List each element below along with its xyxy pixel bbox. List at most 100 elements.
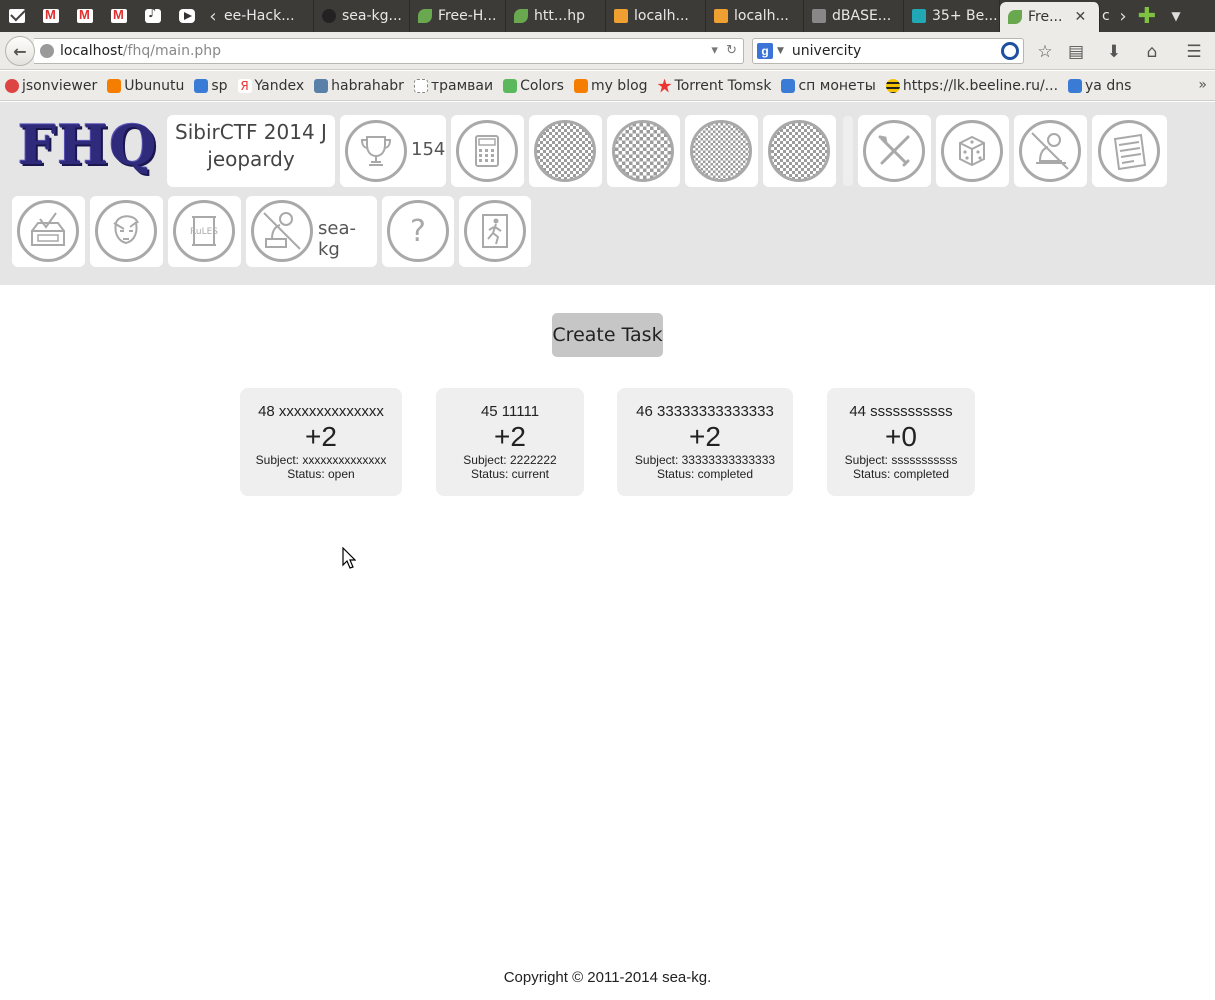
footer-copyright: Copyright © 2011-2014 sea-kg. xyxy=(503,969,712,986)
user-at-computer-icon xyxy=(251,200,313,262)
back-button[interactable]: ← xyxy=(5,36,35,66)
task-card[interactable]: 44 sssssssssss +0 Subject: sssssssssss S… xyxy=(827,388,975,496)
qr-tile[interactable] xyxy=(607,115,680,187)
bookmark-label: Ubunutu xyxy=(124,77,185,94)
home-icon[interactable]: ⌂ xyxy=(1141,41,1163,63)
tab-scroll-left-icon[interactable]: ‹ xyxy=(204,0,222,32)
bookmark-item[interactable]: Colors xyxy=(503,78,564,94)
bookmark-label: Colors xyxy=(520,77,564,94)
reload-icon[interactable]: ▾ ↻ xyxy=(711,43,737,58)
tab[interactable]: Free-H... xyxy=(410,0,506,32)
bookmark-star-icon[interactable]: ☆ xyxy=(1034,41,1056,63)
bookmark-label: habrahabr xyxy=(331,77,404,94)
tab[interactable]: c xyxy=(1100,0,1114,32)
menu-icon[interactable]: ☰ xyxy=(1183,41,1205,63)
pinned-tab-play[interactable] xyxy=(170,0,204,32)
search-bar[interactable]: g ▼ univercity xyxy=(752,38,1024,64)
pinned-tab-gmail-1[interactable] xyxy=(34,0,68,32)
calculator-tile[interactable] xyxy=(451,115,524,187)
user-profile-tile[interactable]: sea-kg xyxy=(246,196,377,267)
game-title-line1: SibirCTF 2014 J xyxy=(175,120,327,144)
qr-tile[interactable] xyxy=(763,115,836,187)
avatar-icon xyxy=(95,200,157,262)
create-task-button[interactable]: Create Task xyxy=(552,313,663,357)
task-card[interactable]: 48 xxxxxxxxxxxxxx +2 Subject: xxxxxxxxxx… xyxy=(240,388,402,496)
music-icon xyxy=(145,6,161,23)
tab[interactable]: 35+ Be... xyxy=(904,0,1000,32)
username: sea-kg xyxy=(318,218,356,260)
dice-tile[interactable] xyxy=(936,115,1009,187)
task-status: Status: open xyxy=(287,467,355,481)
dice-icon xyxy=(941,120,1003,182)
bookmark-item[interactable]: Я Yandex xyxy=(237,78,304,94)
bookmark-item[interactable]: my blog xyxy=(573,78,648,94)
search-input[interactable]: univercity xyxy=(792,43,861,59)
reading-list-icon[interactable]: ▤ xyxy=(1065,41,1087,63)
tab-scroll-right-icon[interactable]: › xyxy=(1114,0,1132,32)
tab[interactable]: sea-kg... xyxy=(314,0,410,32)
task-status: Status: current xyxy=(470,467,550,481)
pinned-tab-mail[interactable] xyxy=(0,0,34,32)
tab[interactable]: ee-Hack... xyxy=(222,0,314,32)
game-title: SibirCTF 2014 J jeopardy xyxy=(167,115,335,173)
qr-tile[interactable] xyxy=(685,115,758,187)
bookmark-item[interactable]: трамваи xyxy=(413,78,493,94)
user-at-desk-icon xyxy=(1019,120,1081,182)
bookmark-item[interactable]: habrahabr xyxy=(314,78,404,94)
task-status: Status: completed xyxy=(852,467,950,481)
bookmark-item[interactable]: Ubunutu xyxy=(107,78,184,94)
tab-active[interactable]: Fre... ✕ xyxy=(1000,2,1100,32)
task-title: 46 33333333333333 xyxy=(636,403,774,420)
tab-label: 35+ Be... xyxy=(932,8,998,24)
task-card[interactable]: 46 33333333333333 +2 Subject: 3333333333… xyxy=(617,388,793,496)
tab[interactable]: localh... xyxy=(706,0,804,32)
chevron-right-icon[interactable]: » xyxy=(1198,77,1207,93)
tools-tile[interactable] xyxy=(858,115,931,187)
pinned-tab-gmail-3[interactable] xyxy=(102,0,136,32)
pinned-tab-gmail-2[interactable] xyxy=(68,0,102,32)
chevron-down-icon[interactable]: ▼ xyxy=(777,46,784,56)
score-tile[interactable]: 154 xyxy=(340,115,446,187)
pinned-tab-music[interactable] xyxy=(136,0,170,32)
bookmark-label: Torrent Tomsk xyxy=(674,77,772,94)
bookmark-item[interactable]: Torrent Tomsk xyxy=(657,77,772,94)
tab[interactable]: localh... xyxy=(606,0,706,32)
browser-tab-bar: ‹ ee-Hack... sea-kg... Free-H... htt...h… xyxy=(0,0,1215,32)
new-tab-icon[interactable]: ✚ xyxy=(1132,0,1162,32)
rules-tile[interactable]: RuLES xyxy=(168,196,241,267)
search-engine-icon[interactable]: g xyxy=(757,43,773,59)
tools-icon xyxy=(863,120,925,182)
score-value: 154 xyxy=(411,139,446,160)
task-card[interactable]: 45 11111 +2 Subject: 2222222 Status: cur… xyxy=(436,388,584,496)
logout-tile[interactable] xyxy=(459,196,531,267)
game-title-tile[interactable]: SibirCTF 2014 J jeopardy xyxy=(167,115,335,187)
task-subject: Subject: sssssssssss xyxy=(844,453,958,467)
bookmark-item[interactable]: sp xyxy=(194,78,228,94)
task-status: Status: completed xyxy=(656,467,754,481)
news-tile[interactable] xyxy=(1092,115,1167,187)
tab[interactable]: htt...hp xyxy=(506,0,606,32)
users-tile[interactable] xyxy=(1014,115,1087,187)
bookmark-item[interactable]: jsonviewer xyxy=(5,78,97,94)
url-bar[interactable]: localhost/fhq/main.php ▾ ↻ xyxy=(34,38,744,64)
qr-tile[interactable] xyxy=(529,115,602,187)
feedback-tile[interactable] xyxy=(12,196,85,267)
tab-label: Fre... xyxy=(1028,9,1063,25)
bookmark-item[interactable]: сп монеты xyxy=(781,78,876,94)
search-icon[interactable] xyxy=(1001,42,1019,60)
fhq-logo[interactable]: FHQ xyxy=(18,113,156,183)
download-icon[interactable]: ⬇ xyxy=(1103,41,1125,63)
feedback-box-icon xyxy=(17,200,79,262)
tab[interactable]: dBASE... xyxy=(804,0,904,32)
bookmark-item[interactable]: ya dns xyxy=(1068,78,1131,94)
help-tile[interactable]: ? xyxy=(382,196,454,267)
tab-list-icon[interactable]: ▼ xyxy=(1162,0,1190,32)
profile-tile[interactable] xyxy=(90,196,163,267)
bookmark-item[interactable]: https://lk.beeline.ru/... xyxy=(885,77,1059,94)
bookmark-label: https://lk.beeline.ru/... xyxy=(902,77,1059,94)
tab-label: localh... xyxy=(634,8,689,24)
blogger-icon xyxy=(573,78,588,93)
beeline-icon xyxy=(885,78,900,93)
close-icon[interactable]: ✕ xyxy=(1074,9,1086,25)
qr-icon xyxy=(768,120,830,182)
